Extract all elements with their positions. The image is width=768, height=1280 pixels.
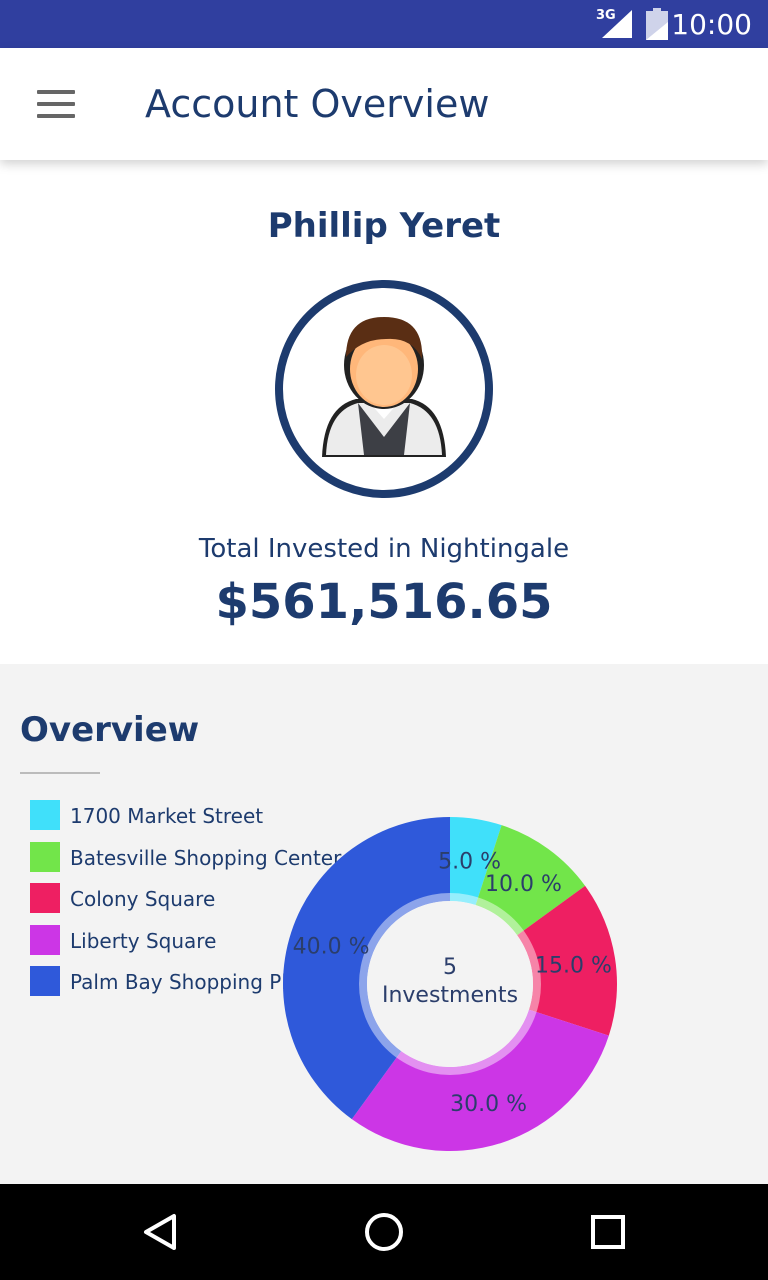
legend-label: Colony Square [70,887,216,911]
user-name: Phillip Yeret [267,206,501,246]
legend-label: 1700 Market Street [70,804,264,828]
slice-label: 5.0 % [438,850,501,875]
page-title: Account Overview [145,82,490,126]
total-invested-label: Total Invested in Nightingale [198,534,570,564]
navigation-bar [0,1184,768,1280]
center-count: 5 [443,955,457,980]
profile-card: Phillip Yeret Total Invested in Nighting… [0,160,768,664]
overview-divider [20,772,100,774]
slice-label: 10.0 % [485,872,562,897]
investment-donut-chart: 5.0 %10.0 % 15.0 % 30.0 % 40.0 % 5 Investment… [283,817,617,1151]
slice-label: 15.0 % [535,953,612,978]
recents-square-icon[interactable] [584,1208,632,1256]
legend-swatch [30,841,60,872]
signal-icon [602,10,632,38]
back-triangle-icon[interactable] [136,1208,184,1256]
legend-swatch [30,883,60,913]
battery-icon [646,8,668,40]
total-invested-value: $561,516.65 [215,574,553,630]
app-bar: Account Overview [0,48,768,160]
overview-section: Overview 1700 Market Street Batesville Sh… [0,664,768,1184]
hamburger-menu-icon[interactable] [36,88,76,120]
slice-label: 40.0 % [293,934,370,959]
status-bar: 3G 10:00 [0,0,768,48]
clock: 10:00 [671,8,752,41]
home-circle-icon[interactable] [360,1208,408,1256]
legend-swatch [30,800,60,830]
overview-title: Overview [20,710,200,750]
legend-swatch [30,966,60,996]
user-avatar-icon [275,280,493,498]
slice-label: 30.0 % [450,1092,527,1117]
legend-label: Liberty Square [70,928,217,953]
center-label: Investments [382,983,518,1008]
legend-swatch [30,924,60,955]
